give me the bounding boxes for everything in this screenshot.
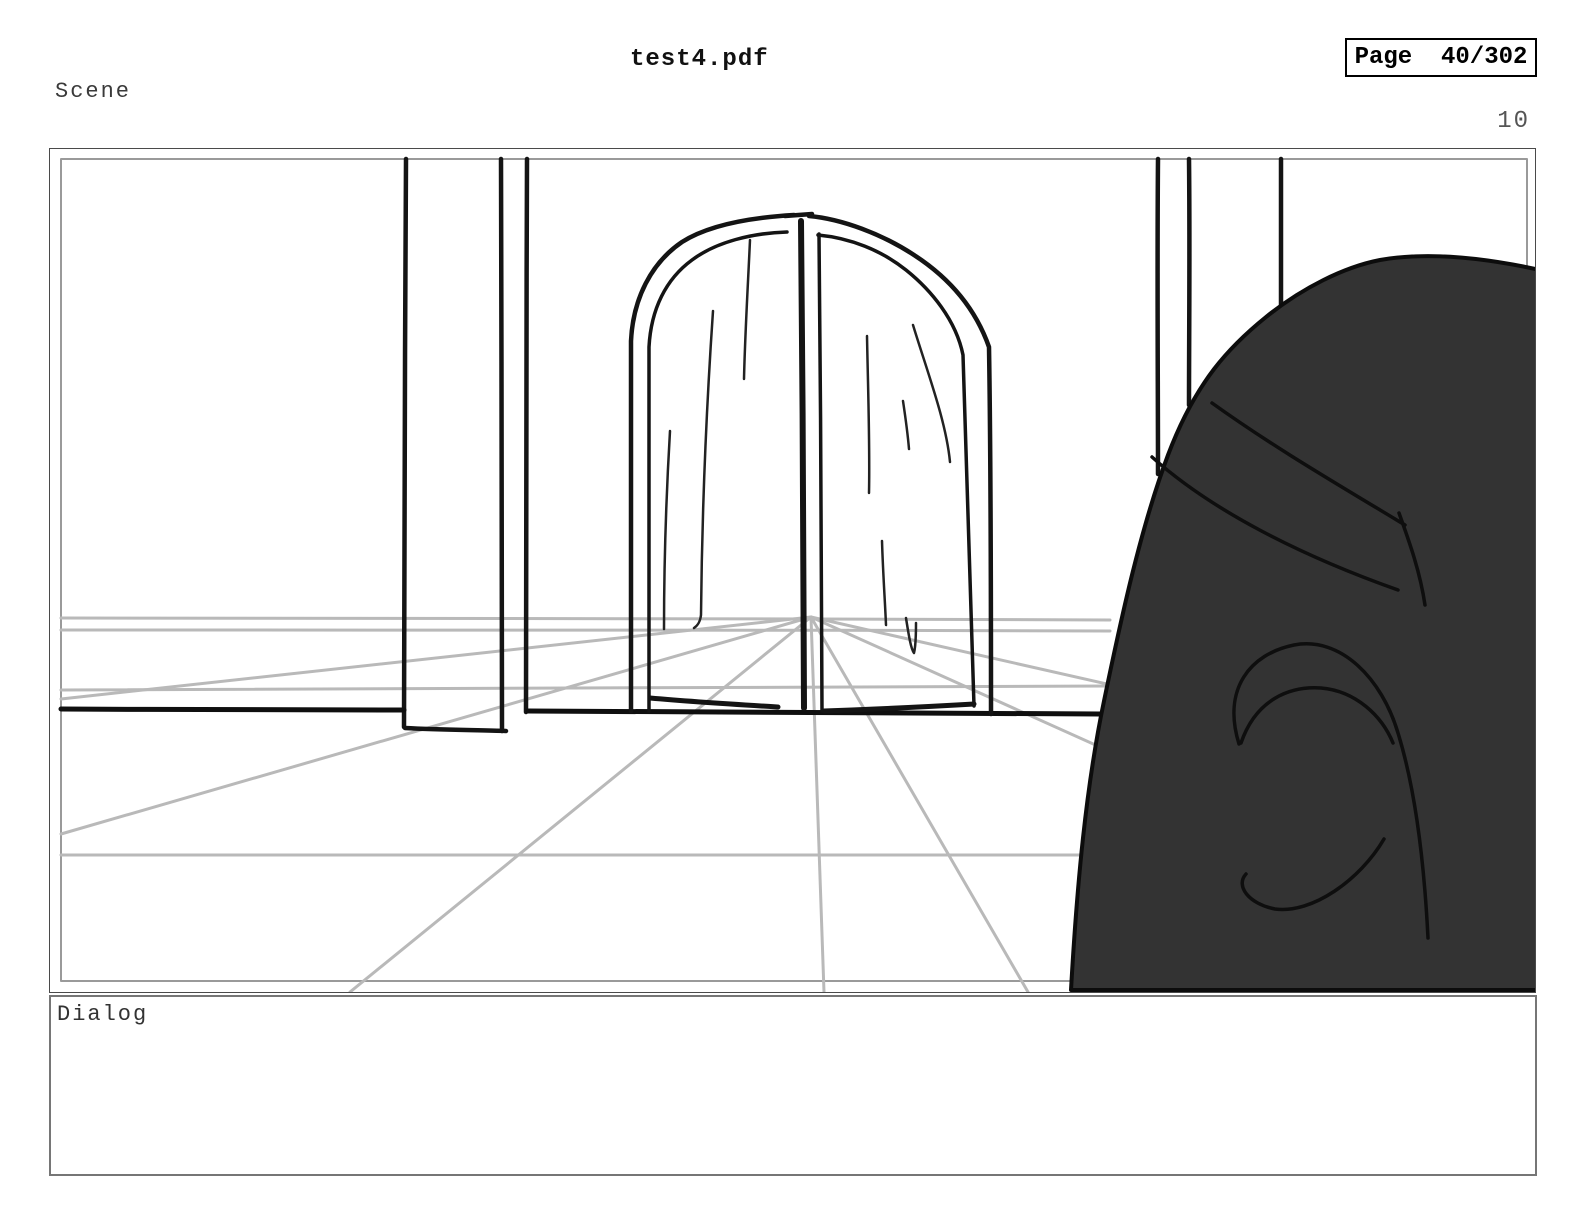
figure-silhouette [1069, 254, 1535, 992]
wall-base-line [58, 706, 1103, 717]
pillar-edge [523, 156, 530, 715]
horizon-line [59, 616, 1112, 622]
scene-number: 10 [1497, 108, 1530, 135]
door-outer-right [806, 213, 994, 717]
storyboard-panel [49, 148, 1536, 993]
door-inner-left [647, 230, 789, 713]
pillar-edge [401, 156, 409, 730]
left-wall-pillars [401, 156, 530, 734]
storyboard-drawing [58, 156, 1535, 992]
pillar-edge [498, 156, 505, 734]
door-bottom-right [821, 701, 977, 714]
vp-ray-left-3 [348, 615, 813, 992]
dialog-label: Dialog [57, 1002, 149, 1027]
door-wood-grain [662, 238, 952, 655]
document-title: test4.pdf [630, 46, 769, 73]
vp-ray-left-2 [59, 615, 813, 836]
figure-head-shape [1069, 254, 1535, 992]
horizon-line-2 [59, 628, 1112, 633]
door-bottom-left [647, 695, 781, 710]
pillar-base [402, 725, 509, 734]
scene-label: Scene [55, 79, 132, 104]
vp-ray-right-1 [809, 615, 1030, 992]
page-indicator-badge: Page 40/302 [1345, 38, 1537, 77]
perspective-lines [59, 615, 1162, 992]
page-indicator-label: Page 40/302 [1354, 44, 1528, 71]
floor-guide-mid [59, 684, 1112, 692]
dialog-box: Dialog [49, 995, 1537, 1176]
door-split-right [817, 232, 824, 713]
door-outer-left [628, 212, 797, 714]
door-split-left [798, 218, 807, 711]
